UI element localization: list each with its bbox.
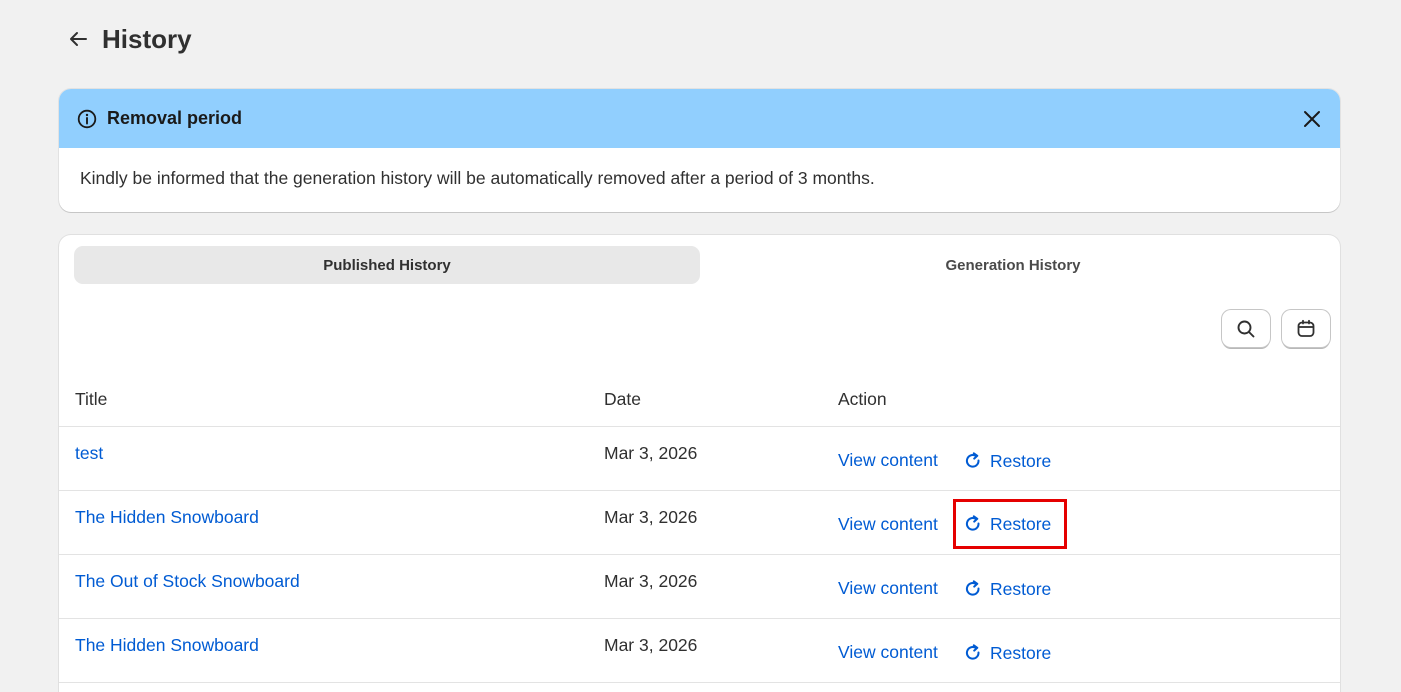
restore-label: Restore xyxy=(990,642,1052,663)
restore-button-highlighted[interactable]: Restore xyxy=(952,499,1068,549)
banner-message: Kindly be informed that the generation h… xyxy=(80,168,875,188)
table-row: The Out of Stock Snowboard Mar 3, 2026 V… xyxy=(59,555,1340,619)
restore-button[interactable]: Restore xyxy=(964,576,1051,602)
view-content-link[interactable]: View content xyxy=(838,450,938,471)
history-tabs: Published History Generation History xyxy=(74,246,1326,284)
row-date: Mar 3, 2026 xyxy=(604,635,698,655)
view-content-link[interactable]: View content xyxy=(838,514,938,535)
column-header-date: Date xyxy=(604,389,641,409)
search-button[interactable] xyxy=(1222,310,1270,347)
restore-label: Restore xyxy=(990,513,1052,534)
restore-icon xyxy=(964,515,982,533)
close-icon xyxy=(1304,111,1320,127)
restore-label: Restore xyxy=(990,450,1052,471)
column-header-action: Action xyxy=(838,389,887,409)
restore-button[interactable]: Restore xyxy=(964,448,1051,474)
row-title-link[interactable]: The Hidden Snowboard xyxy=(75,635,259,656)
tab-published-history[interactable]: Published History xyxy=(74,246,700,284)
restore-icon xyxy=(964,580,982,598)
calendar-icon xyxy=(1297,319,1315,337)
info-icon xyxy=(77,109,97,129)
restore-icon xyxy=(964,452,982,470)
page-header: History xyxy=(64,22,192,56)
row-title-link[interactable]: The Hidden Snowboard xyxy=(75,507,259,528)
banner-header: Removal period xyxy=(59,89,1340,148)
history-page: History Removal period Kindly be informe… xyxy=(0,0,1401,692)
column-header-title: Title xyxy=(75,389,108,409)
table-row: The Hidden Snowboard Mar 3, 2026 View co… xyxy=(59,619,1340,683)
table-header: Title Date Action xyxy=(59,375,1340,427)
back-button[interactable] xyxy=(64,25,92,53)
banner-title: Removal period xyxy=(107,108,243,128)
date-filter-button[interactable] xyxy=(1282,310,1330,347)
banner-close-button[interactable] xyxy=(1300,107,1324,131)
history-card: Published History Generation History Tit… xyxy=(59,235,1340,692)
row-title-link[interactable]: The Out of Stock Snowboard xyxy=(75,571,300,592)
row-date: Mar 3, 2026 xyxy=(604,443,698,463)
tab-generation-history[interactable]: Generation History xyxy=(700,246,1326,284)
restore-button[interactable]: Restore xyxy=(964,640,1051,666)
view-content-link[interactable]: View content xyxy=(838,578,938,599)
restore-label: Restore xyxy=(990,578,1052,599)
arrow-left-icon xyxy=(70,32,87,46)
restore-icon xyxy=(964,644,982,662)
page-title: History xyxy=(102,23,192,54)
view-content-link[interactable]: View content xyxy=(838,642,938,663)
row-title-link[interactable]: test xyxy=(75,443,103,464)
table-row: test Mar 3, 2026 View content Restore xyxy=(59,427,1340,491)
removal-period-banner: Removal period Kindly be informed that t… xyxy=(59,89,1340,212)
row-date: Mar 3, 2026 xyxy=(604,571,698,591)
row-date: Mar 3, 2026 xyxy=(604,507,698,527)
search-icon xyxy=(1237,320,1255,337)
table-row: The Hidden Snowboard Mar 3, 2026 View co… xyxy=(59,491,1340,555)
